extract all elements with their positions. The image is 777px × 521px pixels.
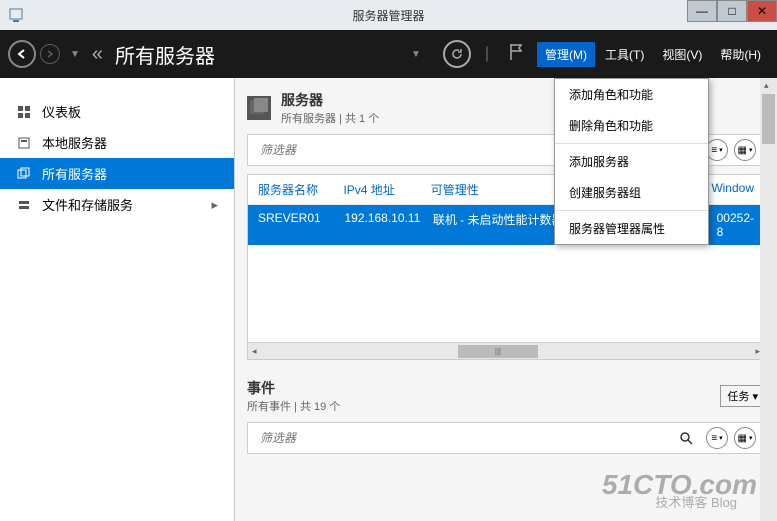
header-bar: ▼ « 所有服务器 ▼ | 管理(M) 工具(T) 视图(V) 帮助(H) (0, 30, 777, 78)
filter-save-button[interactable]: ▦▾ (734, 427, 756, 449)
filter-bar: ≡▾ ▦▾ (247, 422, 765, 454)
window-title: 服务器管理器 (352, 7, 424, 24)
header-dropdown-icon[interactable]: ▼ (411, 49, 421, 60)
dropdown-remove-roles[interactable]: 删除角色和功能 (555, 110, 708, 141)
sidebar-label: 文件和存储服务 (42, 195, 133, 214)
menu-tools[interactable]: 工具(T) (597, 42, 652, 67)
menu-view[interactable]: 视图(V) (654, 42, 710, 67)
filter-options-button[interactable]: ≡▾ (706, 139, 728, 161)
sidebar-item-file-storage[interactable]: 文件和存储服务 ▸ (0, 189, 234, 220)
col-name[interactable]: 服务器名称 (258, 181, 343, 198)
minimize-button[interactable]: — (687, 0, 717, 22)
sidebar-item-all-servers[interactable]: 所有服务器 (0, 158, 234, 189)
cell-windows: 00252-8 (717, 211, 754, 239)
dashboard-icon (16, 104, 32, 120)
dropdown-create-group[interactable]: 创建服务器组 (555, 177, 708, 208)
sidebar: 仪表板 本地服务器 所有服务器 文件和存储服务 ▸ (0, 78, 235, 521)
section-title: 服务器 (281, 90, 379, 110)
dropdown-separator (555, 143, 708, 144)
section-title: 事件 (247, 378, 340, 398)
filter-input[interactable] (256, 427, 672, 449)
refresh-button[interactable] (443, 40, 471, 68)
window-controls: — □ ✕ (687, 0, 777, 22)
search-icon[interactable] (676, 428, 696, 448)
server-icon (16, 135, 32, 151)
section-subtitle: 所有服务器 | 共 1 个 (281, 110, 379, 126)
chevron-right-icon: ▸ (211, 197, 218, 213)
dropdown-add-server[interactable]: 添加服务器 (555, 146, 708, 177)
dropdown-add-roles[interactable]: 添加角色和功能 (555, 79, 708, 110)
filter-options-button[interactable]: ≡▾ (706, 427, 728, 449)
col-ipv4[interactable]: IPv4 地址 (343, 181, 430, 198)
sidebar-label: 所有服务器 (42, 164, 107, 183)
separator: | (485, 45, 489, 63)
sidebar-label: 仪表板 (42, 102, 81, 121)
dropdown-separator (555, 210, 708, 211)
menu-help[interactable]: 帮助(H) (712, 42, 769, 67)
maximize-button[interactable]: □ (717, 0, 747, 22)
sidebar-item-local-server[interactable]: 本地服务器 (0, 127, 234, 158)
col-windows[interactable]: Window (711, 181, 754, 198)
menu-manage[interactable]: 管理(M) (537, 42, 595, 67)
events-section: 事件 所有事件 | 共 19 个 任务 ▾ ≡▾ ▦▾ (247, 378, 765, 454)
app-icon (8, 7, 24, 23)
section-subtitle: 所有事件 | 共 19 个 (247, 398, 340, 414)
nav-dropdown-icon[interactable]: ▼ (70, 49, 80, 60)
watermark-sub: 技术博客 Blog (655, 492, 737, 511)
cell-name: SREVER01 (258, 211, 344, 239)
flag-icon[interactable] (507, 42, 525, 67)
tasks-button[interactable]: 任务 ▾ (720, 385, 765, 407)
vertical-scrollbar[interactable] (760, 78, 777, 521)
page-title: 所有服务器 (115, 40, 215, 69)
section-icon (247, 96, 271, 120)
filter-save-button[interactable]: ▦▾ (734, 139, 756, 161)
close-button[interactable]: ✕ (747, 0, 777, 22)
dropdown-properties[interactable]: 服务器管理器属性 (555, 213, 708, 244)
manage-dropdown: 添加角色和功能 删除角色和功能 添加服务器 创建服务器组 服务器管理器属性 (554, 78, 709, 245)
nav-forward-button[interactable] (40, 44, 60, 64)
cell-ipv4: 192.168.10.11 (344, 211, 432, 239)
servers-icon (16, 166, 32, 182)
titlebar: 服务器管理器 — □ ✕ (0, 0, 777, 30)
sidebar-label: 本地服务器 (42, 133, 107, 152)
sidebar-item-dashboard[interactable]: 仪表板 (0, 96, 234, 127)
horizontal-scrollbar[interactable]: ◂ ||| ▸ (248, 342, 764, 359)
storage-icon (16, 197, 32, 213)
breadcrumb-separator: « (92, 43, 103, 66)
nav-back-button[interactable] (8, 40, 36, 68)
